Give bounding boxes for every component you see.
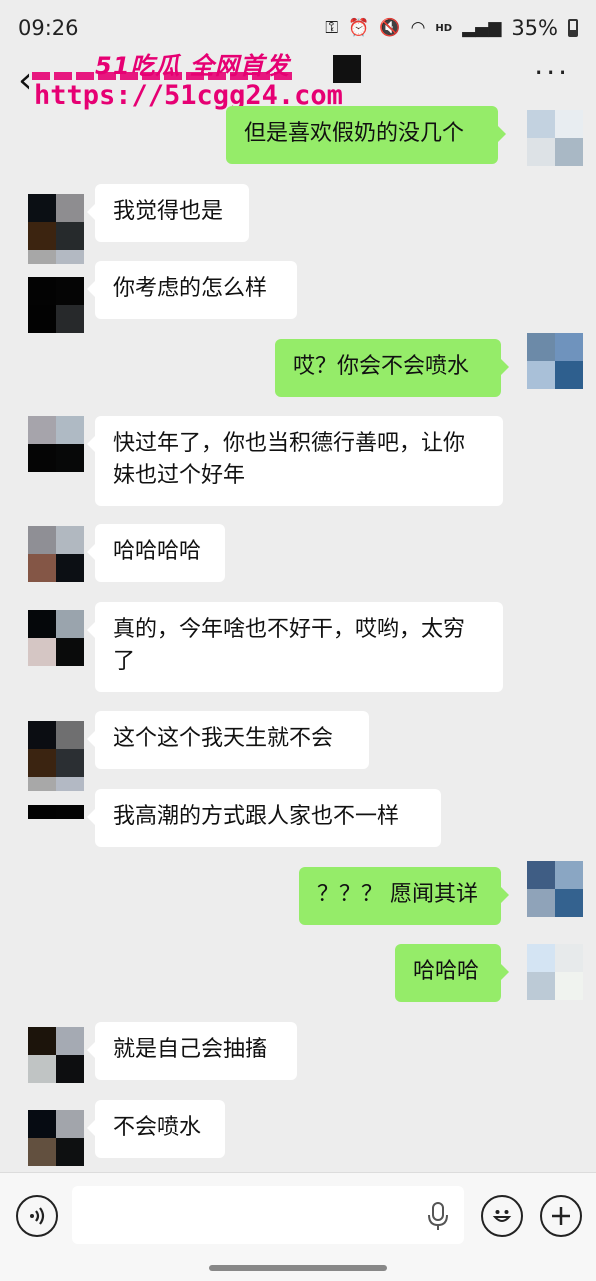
contact-avatar[interactable]: [28, 416, 84, 472]
contact-avatar[interactable]: [28, 777, 84, 805]
input-bar: [0, 1172, 596, 1281]
voice-toggle-icon[interactable]: [16, 1195, 58, 1237]
contact-avatar[interactable]: [28, 250, 84, 278]
my-avatar[interactable]: [527, 333, 583, 389]
message-bubble-received[interactable]: 不会喷水: [87, 1100, 225, 1158]
message-bubble-received[interactable]: 这个这个我天生就不会: [87, 711, 369, 769]
contact-avatar[interactable]: [28, 194, 84, 250]
my-avatar[interactable]: [527, 861, 583, 917]
contact-avatar[interactable]: [28, 526, 84, 582]
message-input[interactable]: [72, 1186, 464, 1244]
emoji-icon[interactable]: [481, 1195, 523, 1237]
home-indicator[interactable]: [209, 1265, 387, 1271]
message-bubble-received[interactable]: 就是自己会抽搐: [87, 1022, 297, 1080]
my-avatar[interactable]: [527, 110, 583, 166]
contact-avatar[interactable]: [28, 805, 84, 833]
message-bubble-received[interactable]: 我觉得也是: [87, 184, 249, 242]
microphone-icon[interactable]: [425, 1201, 451, 1231]
message-bubble-sent[interactable]: ？？？ 愿闻其详: [299, 867, 509, 925]
contact-avatar[interactable]: [28, 1027, 84, 1083]
contact-avatar[interactable]: [28, 721, 84, 777]
contact-avatar[interactable]: [28, 1110, 84, 1166]
message-bubble-sent[interactable]: 但是喜欢假奶的没几个: [226, 106, 506, 164]
message-bubble-received[interactable]: 真的，今年啥也不好干，哎哟，太穷了: [87, 602, 503, 692]
message-bubble-received[interactable]: 哈哈哈哈: [87, 524, 225, 582]
message-bubble-sent[interactable]: 哈哈哈: [395, 944, 509, 1002]
contact-avatar[interactable]: [28, 277, 84, 333]
message-bubble-received[interactable]: 快过年了，你也当积德行善吧，让你妹也过个好年: [87, 416, 503, 506]
add-icon[interactable]: [540, 1195, 582, 1237]
message-bubble-sent[interactable]: 哎？你会不会喷水: [275, 339, 509, 397]
message-bubble-received[interactable]: 你考虑的怎么样: [87, 261, 297, 319]
message-bubble-received[interactable]: 我高潮的方式跟人家也不一样: [87, 789, 441, 847]
contact-avatar[interactable]: [28, 610, 84, 666]
chat-messages[interactable]: 但是喜欢假奶的没几个 我觉得也是 你考虑的怎么样 哎？你会不会喷水 快过年了，你…: [0, 0, 596, 1172]
my-avatar[interactable]: [527, 944, 583, 1000]
